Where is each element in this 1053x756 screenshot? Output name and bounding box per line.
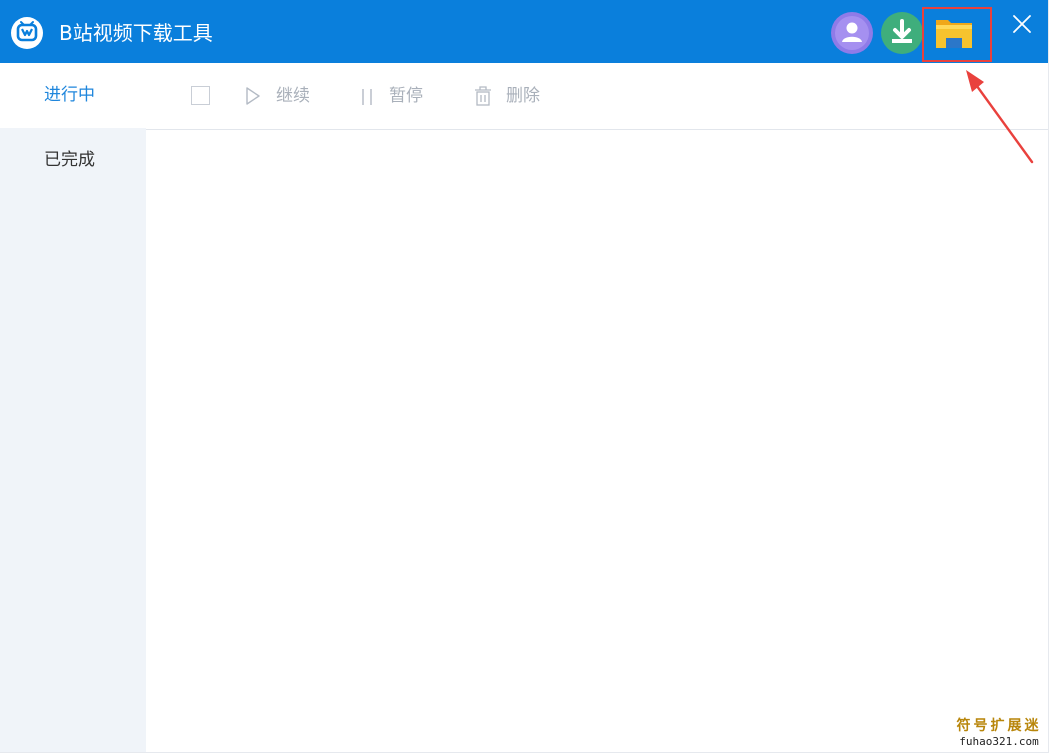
download-icon[interactable] [881,12,923,54]
pause-icon[interactable] [360,87,374,107]
select-all-checkbox[interactable] [191,86,210,105]
watermark: 符号扩展迷 fuhao321.com [954,717,1044,749]
app-title: B站视频下载工具 [59,21,213,45]
continue-button[interactable]: 继续 [276,63,310,129]
annotation-arrow-icon [966,70,1034,164]
sidebar-item-completed[interactable]: 已完成 [0,128,146,193]
sidebar: 进行中 已完成 [0,63,146,752]
play-icon[interactable] [245,86,261,106]
pause-button[interactable]: 暂停 [389,63,423,129]
watermark-en: fuhao321.com [959,735,1039,748]
app-window: B站视频下载工具 进行中 已完成 继续 暂停 删除 [0,0,1049,753]
toolbar: 继续 暂停 删除 [146,63,1048,130]
download-list [146,130,1048,752]
app-logo-icon [11,17,43,49]
user-icon[interactable] [831,12,873,54]
folder-highlight-box [922,7,992,62]
delete-button[interactable]: 删除 [506,63,540,129]
sidebar-item-in-progress[interactable]: 进行中 [0,63,146,128]
watermark-cn: 符号扩展迷 [956,718,1042,734]
trash-icon[interactable] [473,85,493,107]
title-bar[interactable]: B站视频下载工具 [0,0,1048,63]
close-icon[interactable] [1010,12,1034,36]
